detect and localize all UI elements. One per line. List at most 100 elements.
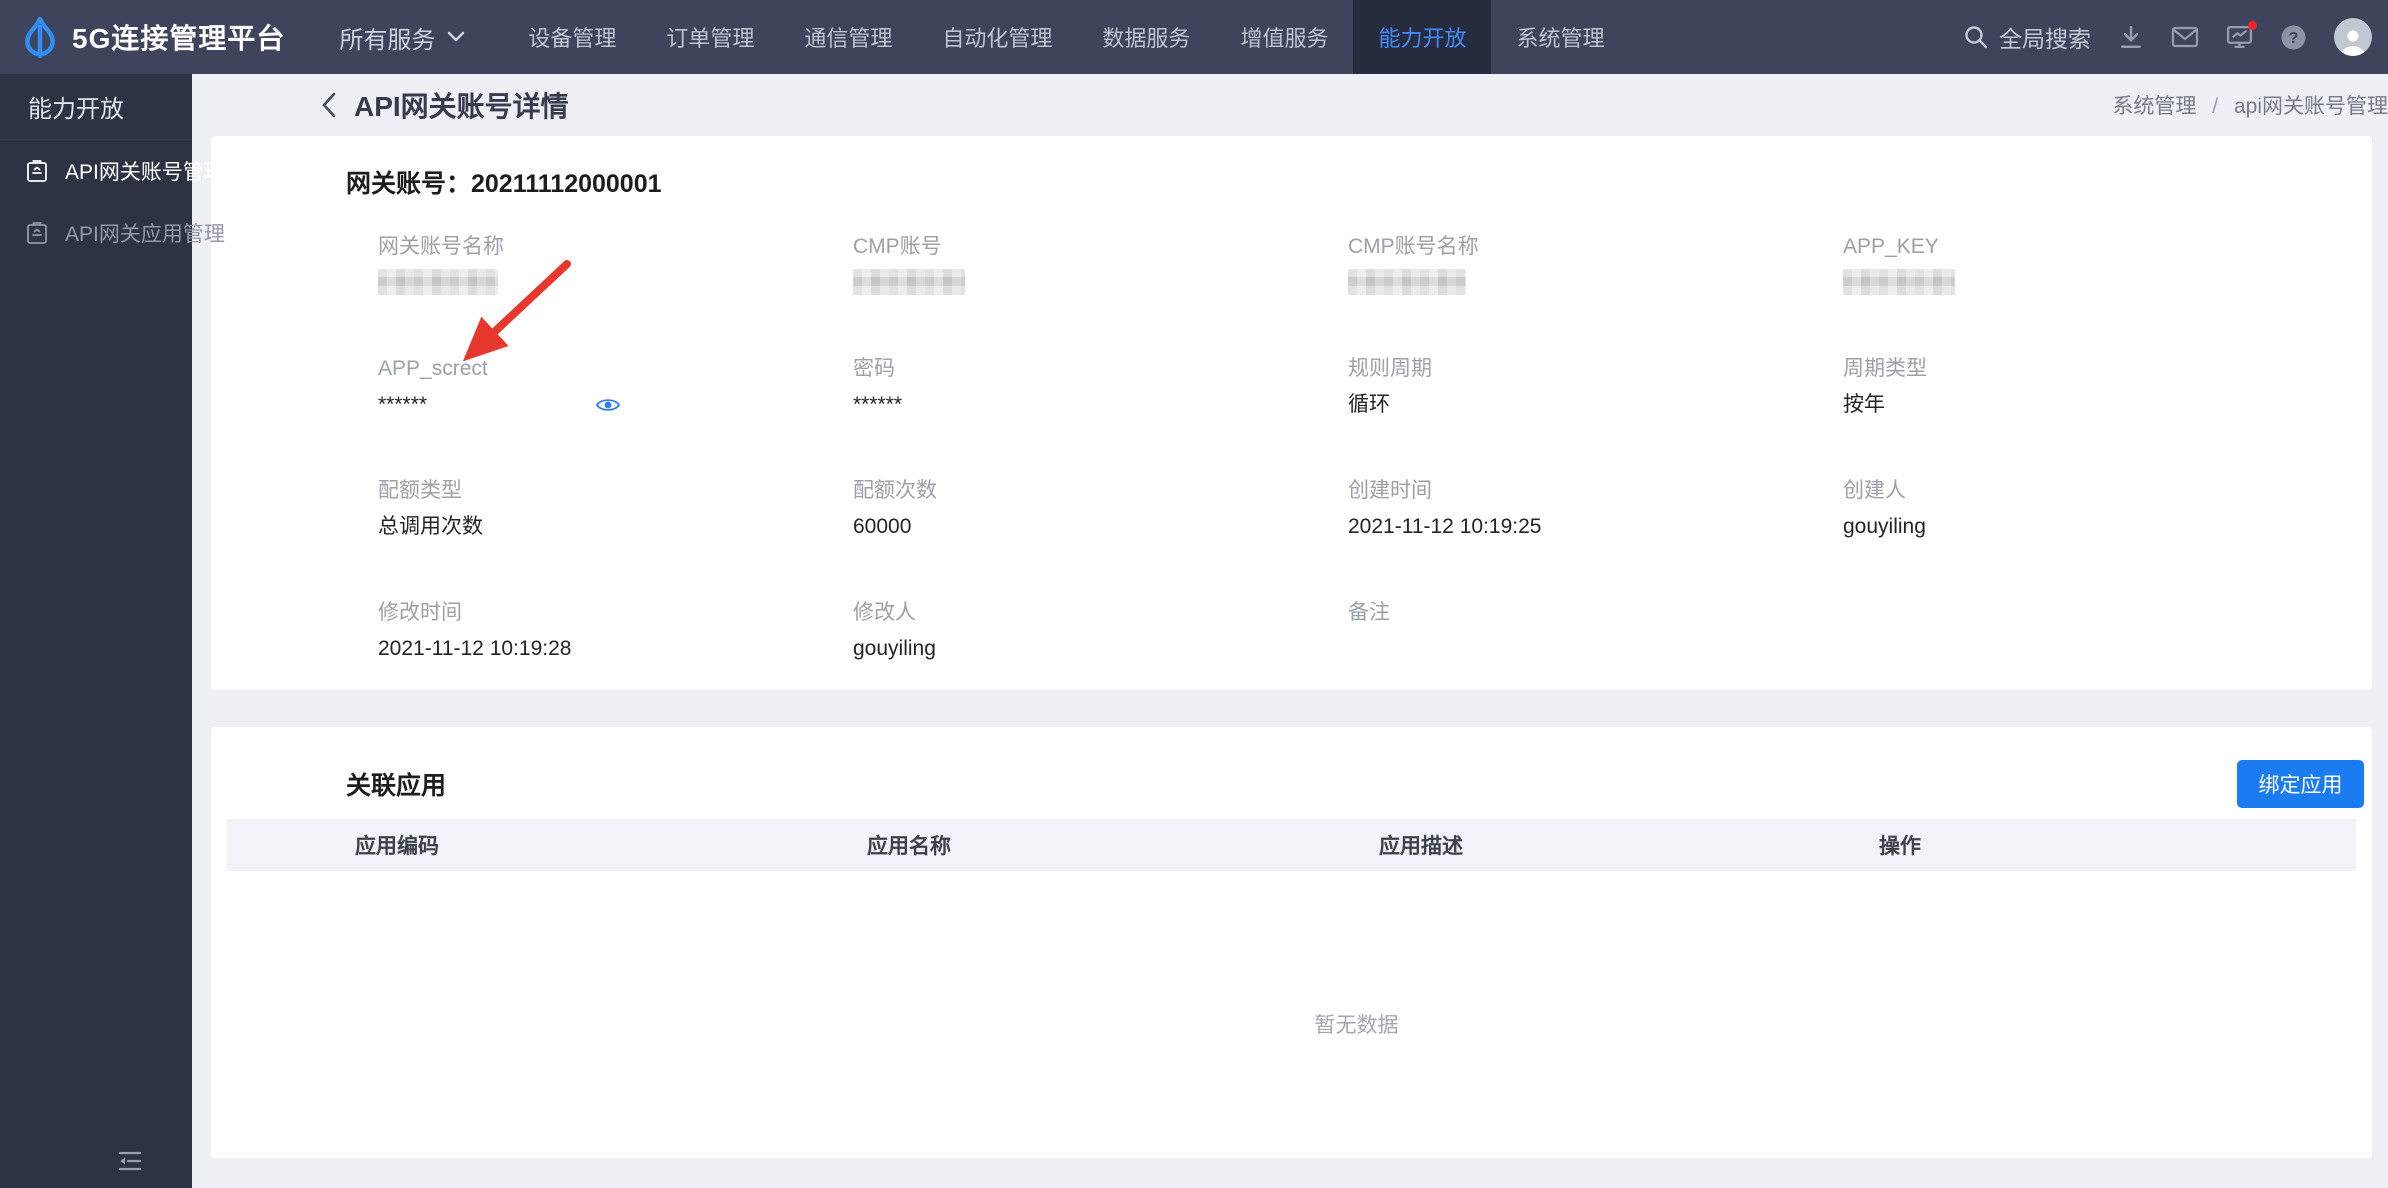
field-value: 2021-11-12 10:19:28 (378, 637, 572, 660)
platform-logo-icon (22, 16, 58, 58)
page-header: API网关账号详情 系统管理 / api网关账号管理 (192, 74, 2388, 136)
breadcrumb-current: api网关账号管理 (2233, 95, 2388, 118)
detail-field: 修改时间 2021-11-12 10:19:28 (378, 600, 853, 722)
field-value: 按年 (1843, 393, 1885, 416)
gateway-account-detail-card: 网关账号：20211112000001 网关账号名称 CMP账号 CMP账号名称… (211, 136, 2372, 690)
field-label: CMP账号名称 (1348, 235, 1479, 258)
nav-item[interactable]: 设备管理 (503, 0, 641, 74)
field-label: 备注 (1348, 601, 1390, 624)
detail-field: APP_KEY (1843, 234, 2372, 356)
detail-field: 密码 ****** (853, 356, 1348, 478)
top-navbar: 5G连接管理平台 所有服务 设备管理 订单管理 通信管理 自动化管理 数据服务 增值服务能… (0, 0, 2388, 74)
page-title: API网关账号详情 (354, 91, 569, 122)
nav-item[interactable]: 能力开放 (1353, 0, 1492, 74)
nav-item[interactable]: 系统管理 (1491, 0, 1629, 74)
mail-icon[interactable] (2171, 25, 2199, 49)
field-label: 密码 (853, 357, 895, 380)
clipboard-icon (24, 158, 50, 184)
download-icon[interactable] (2118, 24, 2144, 50)
field-label: 配额类型 (378, 479, 462, 502)
field-value: ****** (853, 393, 903, 416)
field-label: 规则周期 (1348, 357, 1432, 380)
breadcrumb-parent[interactable]: 系统管理 (2112, 95, 2196, 118)
breadcrumb-separator: / (2212, 95, 2219, 118)
main-content: API网关账号详情 系统管理 / api网关账号管理 网关账号：20211112… (192, 74, 2388, 1188)
detail-field: CMP账号名称 (1348, 234, 1843, 356)
field-label: 周期类型 (1843, 357, 1927, 380)
field-label: 网关账号名称 (378, 235, 504, 258)
detail-field: 修改人 gouyiling (853, 600, 1348, 722)
detail-field: APP_screct ****** (378, 356, 853, 478)
detail-field: 备注 (1348, 600, 1843, 722)
related-apps-table: 应用编码 应用名称 应用描述 操作 暂无数据 (227, 819, 2356, 1147)
field-value: 总调用次数 (378, 515, 483, 538)
brand[interactable]: 5G连接管理平台 (0, 0, 295, 74)
all-services-label: 所有服务 (339, 26, 436, 54)
monitor-icon[interactable] (2226, 21, 2257, 50)
gateway-account-title: 网关账号：20211112000001 (346, 170, 662, 198)
clipboard-icon (24, 220, 50, 246)
related-apps-title: 关联应用 (346, 772, 447, 800)
table-empty-state: 暂无数据 (227, 871, 2356, 1147)
global-search-label: 全局搜索 (1999, 26, 2091, 52)
field-label: 配额次数 (853, 479, 937, 502)
field-value (1348, 269, 1843, 295)
menu-fold-icon[interactable] (118, 1150, 142, 1172)
detail-field: 创建人 gouyiling (1843, 478, 2372, 600)
related-apps-card: 关联应用 绑定应用 应用编码 应用名称 应用描述 操作 暂无数据 (211, 727, 2372, 1158)
redacted-value (1843, 269, 1955, 295)
detail-field: 周期类型 按年 (1843, 356, 2372, 478)
field-value: 2021-11-12 10:19:25 (1348, 515, 1542, 538)
sidebar-item[interactable]: API网关账号管理 (0, 140, 225, 202)
navbar-right: 全局搜索 ? (1963, 0, 2388, 74)
sidebar: 能力开放 API网关账号管理 API网关应用管理 (0, 74, 225, 1188)
nav-item[interactable]: 数据服务 (1077, 0, 1215, 74)
detail-field: 创建时间 2021-11-12 10:19:25 (1348, 478, 1843, 600)
field-value: 循环 (1348, 393, 1390, 416)
chevron-down-icon (447, 31, 465, 43)
breadcrumb: 系统管理 / api网关账号管理 (2112, 90, 2388, 120)
detail-field: 配额类型 总调用次数 (378, 478, 853, 600)
detail-field: 规则周期 循环 (1348, 356, 1843, 478)
field-value (853, 269, 1348, 295)
field-label: APP_screct (378, 357, 488, 380)
nav-item[interactable]: 自动化管理 (917, 0, 1077, 74)
sidebar-item-label: API网关应用管理 (65, 223, 225, 246)
detail-field: 配额次数 60000 (853, 478, 1348, 600)
sidebar-menu: API网关账号管理 API网关应用管理 (0, 140, 225, 264)
field-value: ****** (378, 391, 853, 419)
empty-text: 暂无数据 (1314, 1014, 1399, 1037)
table-header-cell: 应用编码 (355, 835, 439, 858)
field-value (378, 269, 853, 295)
field-value (1843, 269, 2372, 295)
global-search[interactable]: 全局搜索 (1963, 20, 2091, 54)
field-label: 创建时间 (1348, 479, 1432, 502)
field-value: gouyiling (853, 637, 936, 660)
eye-icon[interactable] (595, 395, 621, 415)
field-label: 修改人 (853, 601, 916, 624)
bind-app-button[interactable]: 绑定应用 (2237, 760, 2364, 808)
nav-item[interactable]: 订单管理 (641, 0, 779, 74)
nav-item[interactable]: 增值服务 (1215, 0, 1353, 74)
all-services-menu[interactable]: 所有服务 (329, 0, 475, 74)
help-icon[interactable]: ? (2280, 24, 2307, 51)
redacted-value (1348, 269, 1466, 295)
detail-field: CMP账号 (853, 234, 1348, 356)
redacted-value (378, 269, 498, 295)
user-avatar[interactable] (2334, 18, 2372, 56)
sidebar-item[interactable]: API网关应用管理 (0, 202, 225, 264)
back-button[interactable] (320, 91, 338, 119)
field-label: 创建人 (1843, 479, 1906, 502)
svg-text:?: ? (2289, 30, 2299, 47)
notification-badge (2248, 21, 2257, 30)
nav-item[interactable]: 通信管理 (779, 0, 917, 74)
table-header-cell: 应用名称 (867, 835, 951, 858)
related-apps-header: 关联应用 绑定应用 (211, 727, 2372, 811)
sidebar-title: 能力开放 (0, 74, 192, 140)
sidebar-item-label: API网关账号管理 (65, 161, 225, 184)
fields-grid: 网关账号名称 CMP账号 CMP账号名称 APP_KEY APP_screct … (378, 234, 2372, 722)
field-label: 修改时间 (378, 601, 462, 624)
redacted-value (853, 269, 965, 295)
table-header-cell: 操作 (1879, 835, 1921, 858)
detail-field: 网关账号名称 (378, 234, 853, 356)
